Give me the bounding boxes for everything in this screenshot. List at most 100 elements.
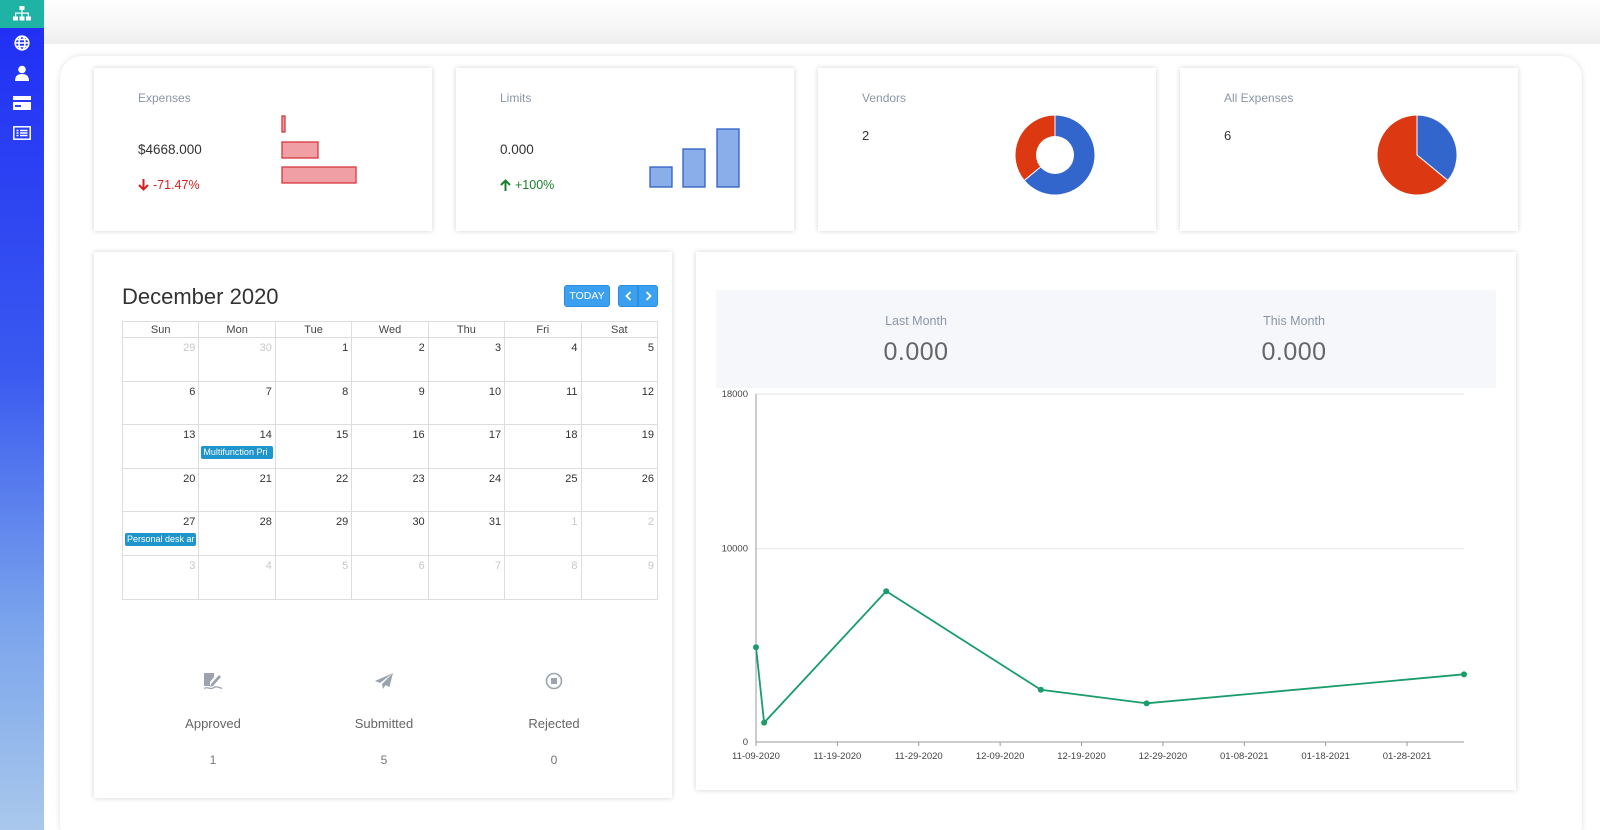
expense-trend-card: Last Month 0.000 This Month 0.000 0 10000… <box>696 252 1516 790</box>
x-tick-label: 12-19-2020 <box>1057 751 1106 762</box>
calendar-day[interactable]: 1 <box>504 511 582 556</box>
calendar-day[interactable]: 9 <box>580 554 659 600</box>
status-submitted[interactable]: Submitted 5 <box>324 672 444 767</box>
calendar-day[interactable]: 28 <box>198 511 276 556</box>
nav-item-organization[interactable] <box>0 0 44 28</box>
prev-month-button[interactable] <box>618 285 638 307</box>
calendar-day[interactable]: 3 <box>121 554 200 600</box>
vendors-card: Vendors 2 <box>818 68 1156 231</box>
stop-circle-icon <box>545 672 563 690</box>
limits-bar <box>716 128 740 188</box>
last-month-summary: Last Month 0.000 <box>806 314 1026 367</box>
calendar-event[interactable]: Multifunction Pri <box>201 446 273 460</box>
limits-change-text: +100% <box>515 178 555 192</box>
calendar-day[interactable]: 29 <box>121 337 200 382</box>
calendar-week: 13 14 Multifunction Pri 15 16 17 18 19 <box>121 424 659 469</box>
calendar-day[interactable]: 17 <box>427 424 506 469</box>
expense-line-chart: 0 10000 18000 11-09-2020 11-19-2020 11-29-202… <box>722 389 1467 762</box>
calendar-day[interactable]: 24 <box>427 467 506 513</box>
day-number: 8 <box>342 385 349 398</box>
nav-item-payments[interactable] <box>0 88 44 118</box>
day-number: 29 <box>183 342 196 354</box>
day-number: 18 <box>565 429 578 442</box>
nav-item-reports[interactable] <box>0 118 44 148</box>
calendar-day[interactable]: 7 <box>198 380 276 426</box>
calendar-day[interactable]: 2 <box>580 511 659 556</box>
calendar-day[interactable]: 14 Multifunction Pri <box>198 424 276 469</box>
calendar-day[interactable]: 6 <box>121 380 200 426</box>
x-tick-label: 12-29-2020 <box>1139 751 1188 762</box>
day-number: 10 <box>488 385 502 398</box>
calendar-day[interactable]: 16 <box>351 424 429 469</box>
all-expenses-title: All Expenses <box>1224 91 1294 105</box>
day-number: 26 <box>641 472 654 485</box>
calendar-day[interactable]: 31 <box>427 511 506 556</box>
calendar-day[interactable]: 29 <box>274 511 353 556</box>
calendar-day[interactable]: 1 <box>274 337 353 382</box>
day-number: 14 <box>259 429 272 442</box>
calendar-day[interactable]: 8 <box>274 380 353 426</box>
status-approved[interactable]: Approved 1 <box>153 672 273 767</box>
weekday-header: Mon <box>198 321 276 338</box>
day-number: 2 <box>418 342 425 354</box>
arrow-down-icon <box>138 179 149 191</box>
calendar-day[interactable]: 26 <box>580 467 659 513</box>
today-button[interactable]: TODAY <box>564 285 610 307</box>
calendar-day[interactable]: 15 <box>274 424 353 469</box>
calendar-day[interactable]: 6 <box>351 554 429 600</box>
limits-change: +100% <box>500 178 554 192</box>
calendar-day[interactable]: 11 <box>504 380 582 426</box>
calendar-day[interactable]: 5 <box>580 337 659 382</box>
calendar-day[interactable]: 18 <box>504 424 582 469</box>
calendar-day[interactable]: 5 <box>274 554 353 600</box>
day-number: 28 <box>259 516 272 529</box>
all-expenses-value: 6 <box>1224 128 1232 143</box>
calendar-title: December 2020 <box>122 284 279 309</box>
calendar-day[interactable]: 13 <box>121 424 200 469</box>
all-expenses-pie-chart <box>1376 114 1458 196</box>
limits-title: Limits <box>500 91 532 105</box>
calendar-day[interactable]: 2 <box>351 337 429 382</box>
calendar-day[interactable]: 21 <box>198 467 276 513</box>
expenses-title: Expenses <box>138 91 191 105</box>
calendar-day[interactable]: 19 <box>580 424 659 469</box>
next-month-button[interactable] <box>638 285 658 307</box>
calendar-day[interactable]: 25 <box>504 467 582 513</box>
calendar-day[interactable]: 3 <box>427 337 506 382</box>
calendar-day[interactable]: 8 <box>504 554 582 600</box>
calendar-day[interactable]: 23 <box>351 467 429 513</box>
calendar-day[interactable]: 30 <box>351 511 429 556</box>
calendar-day[interactable]: 7 <box>427 554 506 600</box>
paper-plane-icon <box>375 673 393 689</box>
x-tick-label: 01-08-2021 <box>1220 751 1269 762</box>
calendar-day[interactable]: 9 <box>351 380 429 426</box>
nav-item-users[interactable] <box>0 58 44 88</box>
calendar-day[interactable]: 22 <box>274 467 353 513</box>
calendar-day[interactable]: 10 <box>427 380 506 426</box>
day-number: 3 <box>189 559 196 572</box>
status-rejected[interactable]: Rejected 0 <box>494 672 614 767</box>
day-number: 2 <box>647 516 654 529</box>
calendar-day[interactable]: 4 <box>198 554 276 600</box>
x-tick-label: 11-29-2020 <box>895 751 943 762</box>
vendors-donut-chart <box>1014 114 1096 196</box>
calendar-day[interactable]: 30 <box>198 337 276 382</box>
x-tick-label: 11-09-2020 <box>732 751 780 762</box>
expenses-bar <box>281 166 357 184</box>
credit-card-icon <box>13 96 31 110</box>
y-tick-label: 0 <box>743 737 748 748</box>
calendar-day[interactable]: 4 <box>504 337 582 382</box>
data-point <box>1461 671 1467 678</box>
calendar-day[interactable]: 20 <box>121 467 200 513</box>
nav-item-global[interactable] <box>0 28 44 58</box>
approved-count: 1 <box>209 753 217 767</box>
day-number: 21 <box>259 472 272 485</box>
calendar-day[interactable]: 27 Personal desk ar <box>121 511 200 556</box>
data-point <box>753 644 759 651</box>
calendar-day[interactable]: 12 <box>580 380 659 426</box>
day-number: 31 <box>488 516 502 529</box>
expenses-bar-chart <box>281 115 357 184</box>
globe-icon <box>14 35 30 51</box>
calendar-event[interactable]: Personal desk ar <box>125 533 197 547</box>
day-number: 27 <box>183 516 196 529</box>
